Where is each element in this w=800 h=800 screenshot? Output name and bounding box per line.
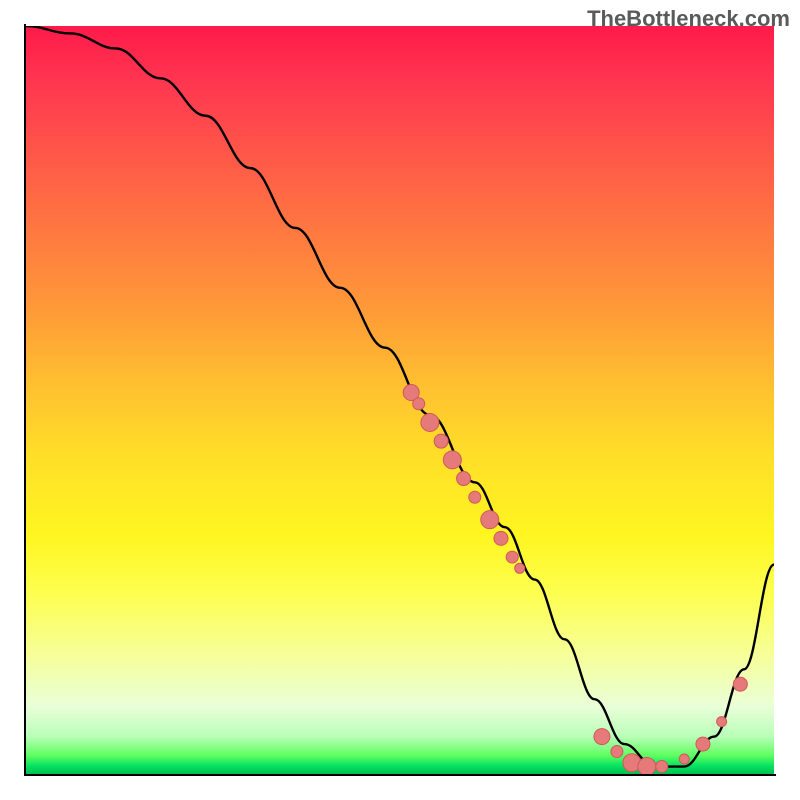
data-marker	[717, 717, 727, 727]
data-marker	[443, 451, 461, 469]
data-marker	[656, 761, 668, 773]
watermark-label: TheBottleneck.com	[587, 6, 790, 32]
data-marker	[457, 472, 471, 486]
data-marker	[413, 398, 425, 410]
data-marker	[515, 563, 525, 573]
data-marker	[696, 737, 710, 751]
marker-group	[403, 385, 747, 774]
data-marker	[506, 551, 518, 563]
data-marker	[611, 746, 623, 758]
data-marker	[594, 729, 610, 745]
data-marker	[434, 434, 448, 448]
data-marker	[679, 754, 689, 764]
axis-left	[24, 24, 26, 776]
data-marker	[421, 413, 439, 431]
curve-svg	[26, 26, 774, 774]
data-marker	[494, 531, 508, 545]
data-marker	[638, 758, 656, 774]
plot-area	[26, 26, 774, 774]
data-marker	[469, 491, 481, 503]
chart-container: TheBottleneck.com	[0, 0, 800, 800]
bottleneck-curve	[26, 26, 774, 767]
data-marker	[481, 511, 499, 529]
data-marker	[733, 677, 747, 691]
axis-bottom	[24, 774, 776, 776]
